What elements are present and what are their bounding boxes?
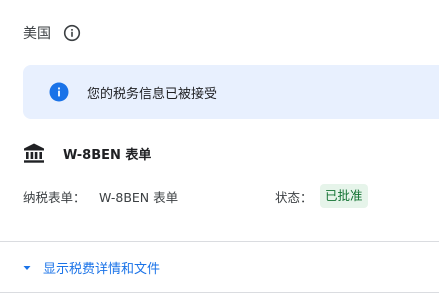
show-tax-details-toggle[interactable]: 显示税费详情和文件	[20, 256, 160, 278]
tax-form-value: W-8BEN 表单	[99, 190, 179, 205]
tax-info-page: 美国 您的税务信息已被接受 W-8BEN 表单 纳税表单： W-8BEN 表单 …	[0, 0, 439, 297]
status-badge: 已批准	[320, 184, 368, 208]
tax-form-label: 纳税表单：	[23, 190, 86, 205]
info-outline-icon[interactable]	[63, 24, 81, 42]
tax-info-accepted-banner: 您的税务信息已被接受	[23, 65, 439, 119]
caret-down-icon	[20, 260, 34, 274]
banner-message: 您的税务信息已被接受	[87, 86, 218, 102]
form-row: W-8BEN 表单	[23, 141, 151, 165]
form-title: W-8BEN 表单	[63, 147, 152, 163]
section-divider	[0, 241, 439, 242]
status-label: 状态：	[275, 190, 313, 205]
details-row: 纳税表单： W-8BEN 表单 状态： 已批准	[23, 184, 433, 208]
info-filled-icon	[49, 82, 69, 102]
show-tax-details-label: 显示税费详情和文件	[43, 261, 161, 277]
country-row: 美国	[23, 22, 81, 44]
bank-icon	[23, 142, 45, 164]
bottom-divider	[0, 292, 439, 293]
country-label: 美国	[23, 26, 51, 42]
